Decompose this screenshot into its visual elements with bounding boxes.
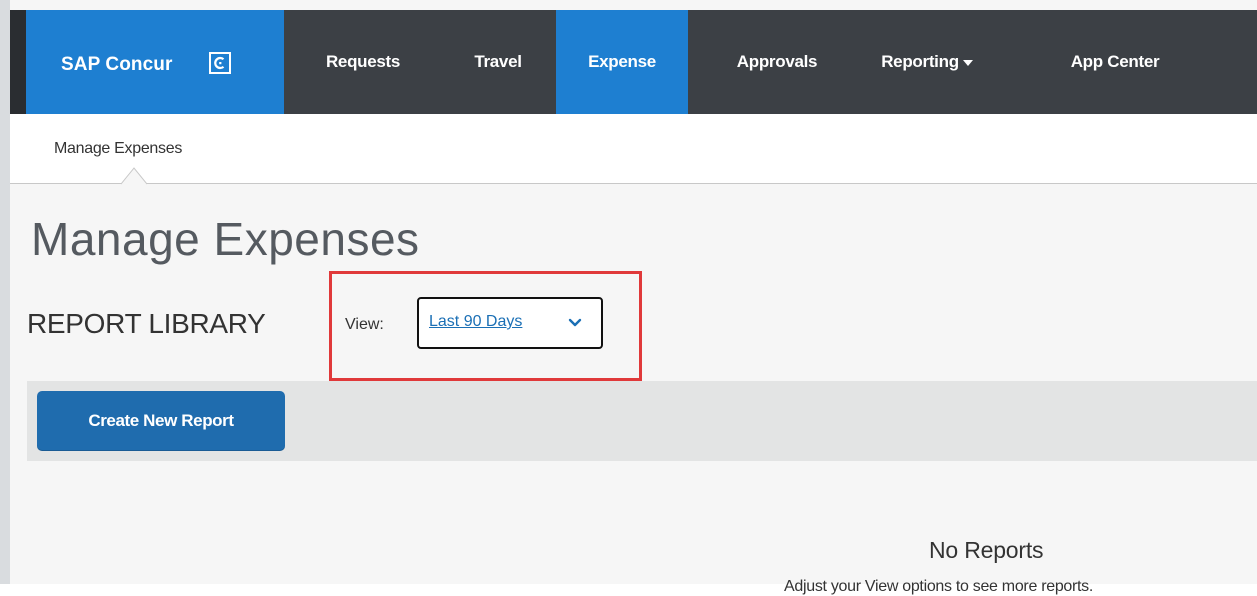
nav-left-edge [10, 10, 26, 114]
empty-state-title: No Reports [929, 537, 1044, 563]
nav-item-label: Travel [474, 52, 522, 71]
concur-c-logo-icon [209, 52, 231, 74]
create-new-report-button[interactable]: Create New Report [37, 391, 285, 451]
nav-item-label: App Center [1070, 52, 1160, 71]
nav-item-reporting[interactable]: Reporting [868, 10, 986, 114]
nav-item-expense[interactable]: Expense [556, 10, 688, 114]
nav-item-approvals[interactable]: Approvals [716, 10, 838, 114]
section-title: REPORT LIBRARY [27, 308, 266, 339]
active-subnav-pointer [121, 167, 147, 185]
page-title: Manage Expenses [31, 213, 420, 265]
brand-home-link[interactable]: SAP Concur [26, 10, 284, 114]
subnav-item-manage-expenses[interactable]: Manage Expenses [54, 140, 182, 158]
nav-item-label: Expense [588, 52, 656, 71]
top-navigation: SAP Concur Requests Travel Expense Appro… [10, 10, 1257, 114]
brand-name: SAP Concur [61, 54, 173, 75]
nav-item-app-center[interactable]: App Center [1050, 10, 1180, 114]
report-toolbar: Create New Report [27, 381, 1257, 461]
nav-item-label: Reporting [881, 52, 959, 71]
nav-item-requests[interactable]: Requests [300, 10, 426, 114]
nav-item-label: Approvals [736, 52, 818, 71]
view-highlight-box [329, 271, 642, 381]
nav-item-travel[interactable]: Travel [448, 10, 548, 114]
sub-navigation: Manage Expenses [10, 114, 1257, 184]
nav-item-label: Requests [325, 52, 401, 71]
caret-down-icon [962, 60, 973, 66]
empty-state-message: Adjust your View options to see more rep… [784, 578, 1094, 595]
